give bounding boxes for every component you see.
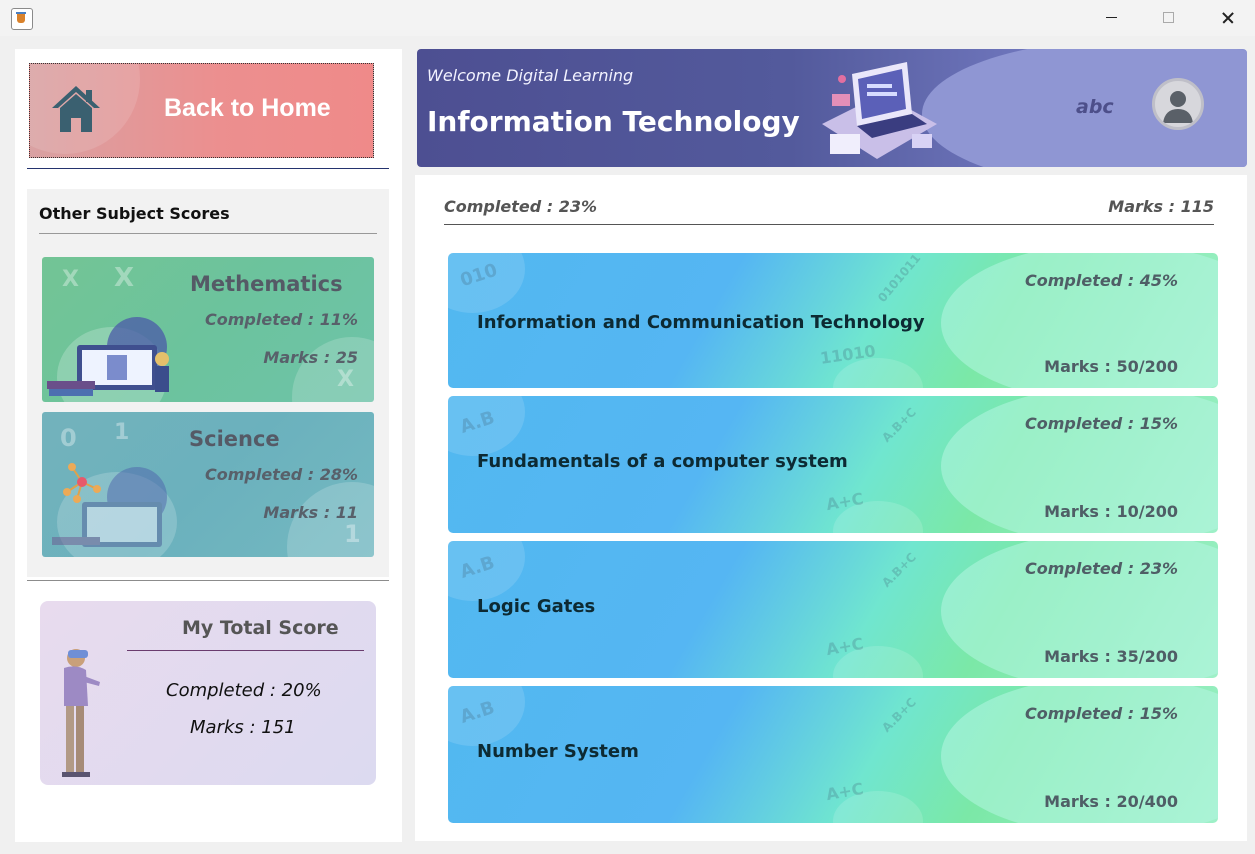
lesson-card[interactable]: A.B A.B+C A+C Number System Completed : … (448, 686, 1218, 823)
left-sidebar: Back to Home Other Subject Scores X X X … (15, 49, 402, 842)
summary-completed: Completed : 23% (444, 197, 597, 216)
page-title: Information Technology (427, 105, 800, 138)
lesson-marks: Marks : 50/200 (1044, 357, 1178, 376)
total-completed: Completed : 20% (166, 680, 322, 701)
subject-card-mathematics[interactable]: X X X Methematics Completed : 11% Marks … (42, 257, 374, 402)
other-subject-scores-title: Other Subject Scores (39, 204, 230, 223)
subject-completed: Completed : 11% (205, 310, 358, 329)
lesson-marks: Marks : 20/400 (1044, 792, 1178, 811)
total-marks: Marks : 151 (190, 717, 296, 738)
java-cup-icon (11, 8, 33, 30)
lesson-card[interactable]: A.B A.B+C A+C Logic Gates Completed : 23… (448, 541, 1218, 678)
main-content: Completed : 23% Marks : 115 010 0101011 … (415, 175, 1247, 841)
lesson-completed: Completed : 15% (1025, 704, 1178, 723)
lesson-completed: Completed : 15% (1025, 414, 1178, 433)
lesson-marks: Marks : 35/200 (1044, 647, 1178, 666)
binary-decoration: 0101011 (875, 253, 924, 305)
user-avatar-icon[interactable] (1152, 78, 1204, 130)
lesson-card[interactable]: A.B A.B+C A+C Fundamentals of a computer… (448, 396, 1218, 533)
one-decoration: 1 (344, 520, 361, 548)
username: abc (1076, 96, 1114, 118)
abc-decoration: A.B+C (879, 550, 919, 590)
x-decoration: X (114, 263, 135, 293)
one-decoration: 1 (114, 420, 130, 445)
welcome-text: Welcome Digital Learning (427, 66, 634, 85)
lesson-completed: Completed : 45% (1025, 271, 1178, 290)
molecule-illustration-icon (52, 463, 167, 547)
maximize-button[interactable] (1140, 0, 1198, 36)
subject-name: Science (189, 427, 280, 451)
x-decoration: X (337, 367, 354, 392)
lesson-marks: Marks : 10/200 (1044, 502, 1178, 521)
person-vr-illustration-icon (62, 649, 100, 777)
total-score-title: My Total Score (182, 617, 339, 639)
zero-decoration: 0 (60, 424, 77, 452)
subject-name: Methematics (190, 272, 343, 296)
abc-decoration: A.B+C (879, 405, 919, 445)
lesson-title: Fundamentals of a computer system (477, 451, 848, 472)
lesson-title: Number System (477, 741, 639, 762)
subject-marks: Marks : 11 (263, 503, 358, 522)
back-to-home-label: Back to Home (164, 94, 331, 122)
abc-decoration: A.B+C (879, 695, 919, 735)
divider (27, 168, 389, 169)
minimize-button[interactable] (1082, 0, 1140, 36)
x-decoration: X (62, 267, 79, 292)
total-score-card: My Total Score Completed : 20% Marks : 1… (40, 601, 376, 785)
divider (27, 580, 389, 581)
divider (127, 650, 364, 651)
back-to-home-button[interactable]: Back to Home (29, 63, 374, 158)
subject-marks: Marks : 25 (263, 348, 358, 367)
divider (444, 224, 1214, 225)
summary-marks: Marks : 115 (1108, 197, 1214, 216)
title-bar (0, 0, 1255, 36)
subject-completed: Completed : 28% (205, 465, 358, 484)
home-icon (52, 86, 100, 132)
other-subject-scores-panel: Other Subject Scores X X X Methematics C… (27, 189, 389, 577)
lesson-completed: Completed : 23% (1025, 559, 1178, 578)
lesson-title: Logic Gates (477, 596, 596, 617)
lesson-title: Information and Communication Technology (477, 312, 925, 333)
close-button[interactable] (1198, 0, 1255, 36)
students-illustration-icon (47, 317, 169, 396)
laptop-illustration-icon (822, 62, 937, 159)
divider (39, 233, 377, 234)
subject-card-science[interactable]: 0 1 1 Science Completed: 28% Marks: 11 (42, 412, 374, 557)
subject-header-banner: Welcome Digital Learning Information Tec… (417, 49, 1247, 167)
lesson-card[interactable]: 010 0101011 11010 Information and Commun… (448, 253, 1218, 388)
